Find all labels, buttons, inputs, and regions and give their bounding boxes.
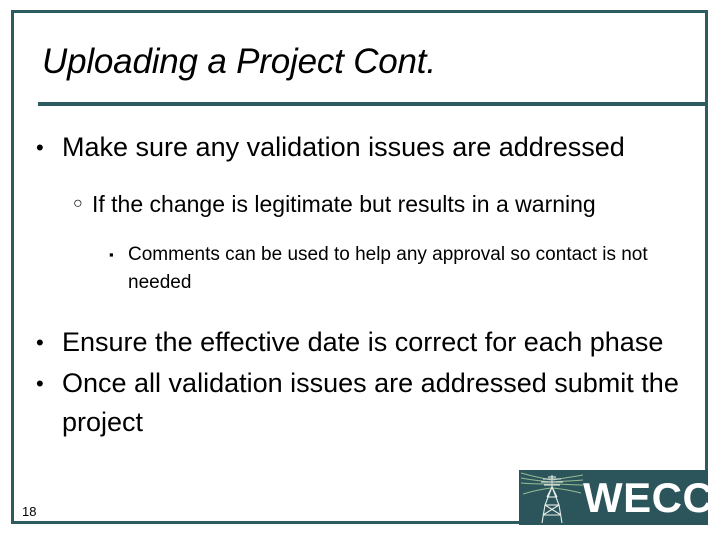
bullet-item-level3: ▪ Comments can be used to help any appro…: [0, 241, 720, 297]
bullet-text: Once all validation issues are addressed…: [62, 368, 679, 437]
bullet-text: Comments can be used to help any approva…: [128, 244, 648, 293]
bullet-text: Ensure the effective date is correct for…: [62, 327, 664, 357]
page-title: Uploading a Project Cont.: [42, 42, 436, 81]
wecc-logo: WECC: [519, 470, 708, 525]
bullet-item-level1: • Ensure the effective date is correct f…: [0, 323, 720, 362]
bullet-text: Make sure any validation issues are addr…: [62, 132, 625, 162]
bullet-item-level2: ○ If the change is legitimate but result…: [0, 187, 720, 221]
slide-body-content: • Make sure any validation issues are ad…: [0, 128, 720, 444]
bullet-dot-icon: •: [36, 135, 44, 160]
title-underline-rule: [38, 102, 705, 106]
transmission-tower-icon: [521, 472, 583, 524]
slide: Uploading a Project Cont. • Make sure an…: [0, 0, 720, 540]
bullet-text: If the change is legitimate but results …: [92, 191, 596, 217]
bullet-hollow-circle-icon: ○: [73, 195, 83, 212]
page-number: 18: [22, 504, 37, 519]
bullet-dot-icon: •: [36, 330, 44, 355]
bullet-item-level1: • Once all validation issues are address…: [0, 364, 720, 442]
bullet-dot-icon: •: [36, 371, 44, 396]
bullet-small-square-icon: ▪: [109, 247, 114, 262]
bullet-item-level1: • Make sure any validation issues are ad…: [0, 128, 720, 167]
wecc-wordmark: WECC: [583, 474, 708, 521]
